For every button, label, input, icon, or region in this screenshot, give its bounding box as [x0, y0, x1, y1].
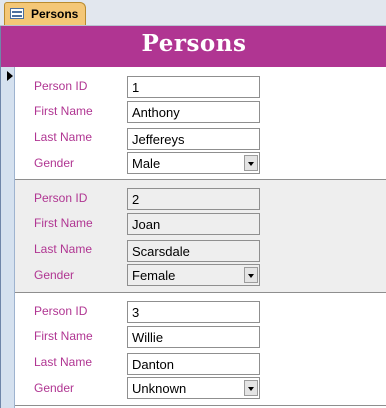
first-name-field[interactable]: Joan [127, 213, 260, 235]
person-id-field[interactable]: 3 [127, 301, 260, 323]
form-area: Persons Person ID 1 First Name Anthony L… [0, 26, 386, 408]
last-name-label: Last Name [34, 242, 93, 256]
first-name-field[interactable]: Anthony [127, 101, 260, 123]
chevron-down-icon[interactable] [244, 267, 258, 283]
record-1: Person ID 1 First Name Anthony Last Name… [15, 67, 386, 179]
record-2: Person ID 2 First Name Joan Last Name Sc… [15, 180, 386, 292]
first-name-label: First Name [34, 104, 93, 118]
person-id-label: Person ID [34, 304, 88, 318]
record-separator [15, 405, 386, 406]
form-icon [10, 8, 24, 19]
gender-combo[interactable]: Male [127, 152, 260, 174]
last-name-field[interactable]: Jeffereys [127, 128, 260, 150]
tab-persons[interactable]: Persons [4, 2, 86, 25]
tab-label: Persons [31, 7, 79, 21]
gender-label: Gender [34, 381, 75, 395]
document-tab-bar: Persons [0, 0, 386, 26]
first-name-label: First Name [34, 216, 93, 230]
last-name-label: Last Name [34, 130, 93, 144]
gender-label: Gender [34, 156, 75, 170]
last-name-field[interactable]: Scarsdale [127, 240, 260, 262]
first-name-label: First Name [34, 329, 93, 343]
person-id-field[interactable]: 1 [127, 76, 260, 98]
chevron-down-icon[interactable] [244, 155, 258, 171]
gender-value: Unknown [132, 381, 187, 396]
person-id-field[interactable]: 2 [127, 188, 260, 210]
last-name-label: Last Name [34, 355, 93, 369]
form-title: Persons [141, 30, 247, 57]
current-record-arrow-icon [7, 71, 13, 81]
first-name-field[interactable]: Willie [127, 326, 260, 348]
last-name-field[interactable]: Danton [127, 353, 260, 375]
gender-combo[interactable]: Female [127, 264, 260, 286]
gender-combo[interactable]: Unknown [127, 377, 260, 399]
person-id-label: Person ID [34, 191, 88, 205]
gender-value: Female [132, 268, 176, 283]
gender-value: Male [132, 156, 161, 171]
person-id-label: Person ID [34, 79, 88, 93]
form-header: Persons [1, 26, 386, 67]
gender-label: Gender [34, 268, 75, 282]
record-3: Person ID 3 First Name Willie Last Name … [15, 293, 386, 405]
chevron-down-icon[interactable] [244, 380, 258, 396]
record-selector-column[interactable] [1, 67, 15, 408]
